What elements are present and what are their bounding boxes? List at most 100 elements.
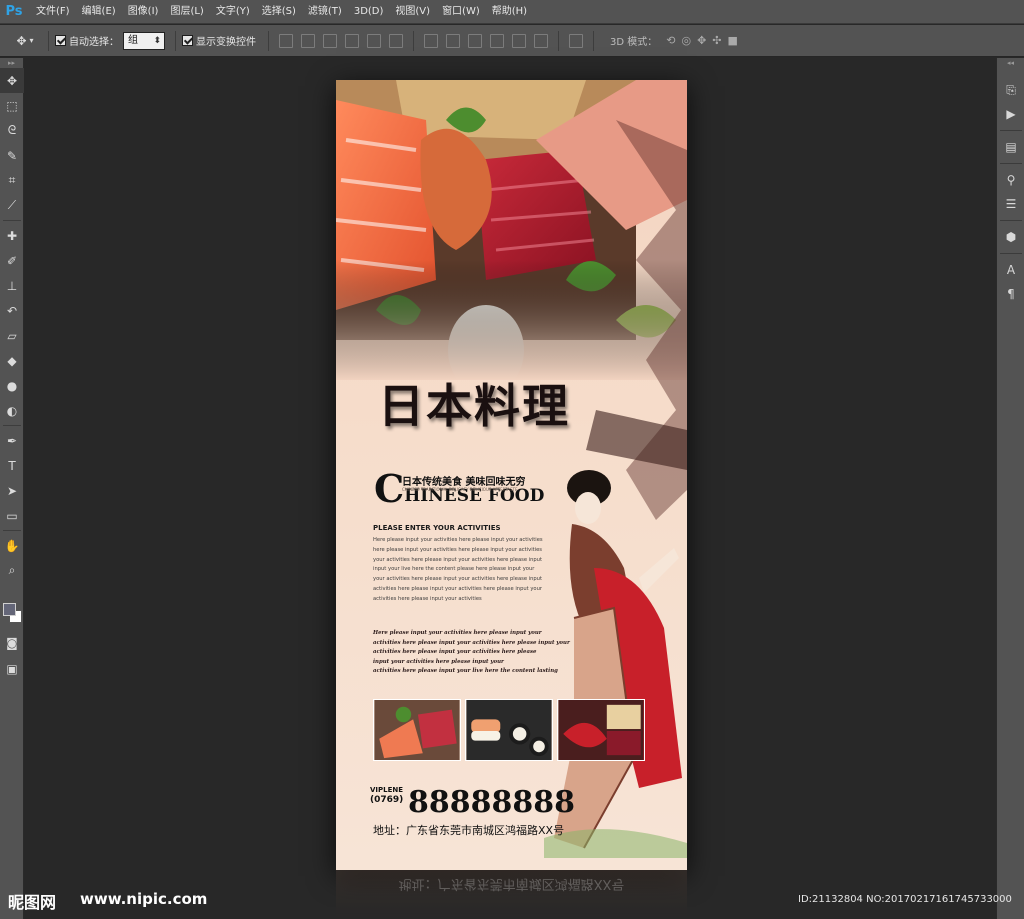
- address-text: 地址：广东省东莞市南城区鸿福路XX号: [373, 824, 565, 837]
- marquee-tool-icon[interactable]: ⬚: [0, 93, 24, 118]
- move-tool-icon: ✥: [16, 33, 27, 48]
- panel-grip[interactable]: ◂◂: [997, 58, 1024, 68]
- photoshop-window: Ps 文件(F) 编辑(E) 图像(I) 图层(L) 文字(Y) 选择(S) 滤…: [0, 0, 1024, 919]
- healing-brush-tool-icon[interactable]: ✚: [0, 223, 24, 248]
- screen-mode-icon[interactable]: ▣: [0, 656, 24, 681]
- foreground-color-swatch[interactable]: [3, 603, 16, 616]
- menu-view[interactable]: 视图(V): [389, 0, 436, 24]
- divider: [999, 253, 1022, 254]
- pen-tool-icon[interactable]: ✒: [0, 428, 24, 453]
- poster-reflection: 地址：广东省东莞市南城区鸿福路XX号: [336, 870, 687, 919]
- distribute-hcenter-icon[interactable]: [512, 33, 526, 48]
- dodge-tool-icon[interactable]: ◐: [0, 398, 24, 423]
- phone-block: VIPLENE (0769) 88888888: [370, 786, 575, 820]
- phone-brand: VIPLENE: [370, 786, 404, 794]
- brush-tool-icon[interactable]: ✐: [0, 248, 24, 273]
- tool-preset-picker[interactable]: ✥ ▾: [8, 29, 42, 53]
- 3d-slide-icon[interactable]: ✣: [712, 34, 721, 47]
- align-top-icon[interactable]: [279, 33, 293, 48]
- brush-presets-icon[interactable]: ⚲: [997, 168, 1024, 192]
- thumbnail-sushi: [465, 699, 553, 761]
- distribute-right-icon[interactable]: [534, 33, 548, 48]
- thumbnail-sashimi: [373, 699, 461, 761]
- divider: [999, 163, 1022, 164]
- align-left-icon[interactable]: [345, 33, 359, 48]
- divider: [999, 220, 1022, 221]
- align-hcenter-icon[interactable]: [367, 33, 381, 48]
- blur-tool-icon[interactable]: ●: [0, 373, 24, 398]
- 3d-roll-icon[interactable]: ◎: [681, 34, 691, 47]
- menu-layer[interactable]: 图层(L): [164, 0, 209, 24]
- divider: [413, 30, 414, 51]
- history-brush-tool-icon[interactable]: ↶: [0, 298, 24, 323]
- quick-mask-icon[interactable]: ◙: [0, 630, 24, 655]
- divider: [268, 30, 269, 51]
- 3d-scale-icon[interactable]: ■: [728, 34, 738, 47]
- menu-filter[interactable]: 滤镜(T): [302, 0, 348, 24]
- reflection-text: 地址：广东省东莞市南城区鸿福路XX号: [398, 876, 625, 891]
- history-panel-icon[interactable]: ⎘: [997, 78, 1024, 102]
- menu-select[interactable]: 选择(S): [256, 0, 302, 24]
- divider: [175, 30, 176, 51]
- poster-document[interactable]: 日本料理 CHINESE FOOD 日本传统美食 美味回味无穷 CHINESE …: [336, 80, 687, 870]
- distribute-bottom-icon[interactable]: [468, 33, 482, 48]
- lasso-tool-icon[interactable]: ᘓ: [0, 118, 24, 143]
- body-line: input your live here the content please …: [373, 566, 535, 573]
- menu-help[interactable]: 帮助(H): [486, 0, 533, 24]
- phone-area-code: (0769): [370, 795, 404, 805]
- menu-file[interactable]: 文件(F): [30, 0, 76, 24]
- auto-align-icon[interactable]: [569, 33, 583, 48]
- menu-image[interactable]: 图像(I): [122, 0, 165, 24]
- divider: [48, 30, 49, 51]
- menu-type[interactable]: 文字(Y): [210, 0, 256, 24]
- divider: [999, 130, 1022, 131]
- options-bar: ✥▾ 自动选择： 组 显示变换控件 3D 模式： ⟲ ◎ ✥ ✣ ■: [0, 25, 1024, 57]
- zoom-tool-icon[interactable]: ⌕: [0, 558, 24, 583]
- actions-panel-icon[interactable]: ▶: [997, 102, 1024, 126]
- menu-edit[interactable]: 编辑(E): [76, 0, 122, 24]
- type-tool-icon[interactable]: T: [0, 453, 24, 478]
- show-transform-checkbox[interactable]: [182, 35, 193, 46]
- menu-3d[interactable]: 3D(D): [348, 0, 390, 24]
- poster-tiny-en: CHINESE TRADITIONAL DELICACY DELICIOUS A…: [402, 487, 518, 492]
- auto-select-dropdown[interactable]: 组: [123, 31, 165, 50]
- paragraph-panel-icon[interactable]: ¶: [997, 282, 1024, 306]
- panel-grip[interactable]: ▸▸: [0, 58, 23, 68]
- clone-stamp-tool-icon[interactable]: ⊥: [0, 273, 24, 298]
- chevron-down-icon: ▾: [29, 36, 34, 45]
- 3d-pan-icon[interactable]: ✥: [697, 34, 706, 47]
- crop-tool-icon[interactable]: ⌗: [0, 168, 24, 193]
- align-bottom-icon[interactable]: [323, 33, 337, 48]
- eyedropper-tool-icon[interactable]: ⟋: [0, 193, 24, 218]
- hand-tool-icon[interactable]: ✋: [0, 533, 24, 558]
- 3d-panel-icon[interactable]: ⬢: [997, 225, 1024, 249]
- thumbnail-lobster: [557, 699, 645, 761]
- body-line: here please input your activities here p…: [373, 546, 543, 553]
- 3d-rotate-icon[interactable]: ⟲: [666, 34, 675, 47]
- body-line: activities here please input your activi…: [373, 595, 482, 602]
- shape-tool-icon[interactable]: ▭: [0, 503, 24, 528]
- body-line: activities here please input your activi…: [373, 585, 543, 592]
- eraser-tool-icon[interactable]: ▱: [0, 323, 24, 348]
- distribute-vcenter-icon[interactable]: [446, 33, 460, 48]
- auto-select-label: 自动选择：: [69, 37, 119, 48]
- layer-comps-icon[interactable]: ▤: [997, 135, 1024, 159]
- character-panel-icon[interactable]: A: [997, 258, 1024, 282]
- document-canvas-area[interactable]: 日本料理 CHINESE FOOD 日本传统美食 美味回味无穷 CHINESE …: [25, 58, 995, 919]
- body-line: Here please input your activities here p…: [373, 537, 543, 543]
- align-right-icon[interactable]: [389, 33, 403, 48]
- 3d-mode-label: 3D 模式：: [610, 37, 658, 48]
- path-select-tool-icon[interactable]: ➤: [0, 478, 24, 503]
- adjustments-icon[interactable]: ☰: [997, 192, 1024, 216]
- move-tool-icon[interactable]: ✥: [0, 68, 24, 93]
- menu-window[interactable]: 窗口(W): [436, 0, 486, 24]
- paint-bucket-tool-icon[interactable]: ◆: [0, 348, 24, 373]
- auto-select-checkbox[interactable]: [55, 35, 66, 46]
- divider: [2, 220, 21, 221]
- title-en-initial: C: [374, 466, 405, 511]
- divider: [558, 30, 559, 51]
- align-vcenter-icon[interactable]: [301, 33, 315, 48]
- distribute-left-icon[interactable]: [490, 33, 504, 48]
- distribute-top-icon[interactable]: [424, 33, 438, 48]
- quick-select-tool-icon[interactable]: ✎: [0, 143, 24, 168]
